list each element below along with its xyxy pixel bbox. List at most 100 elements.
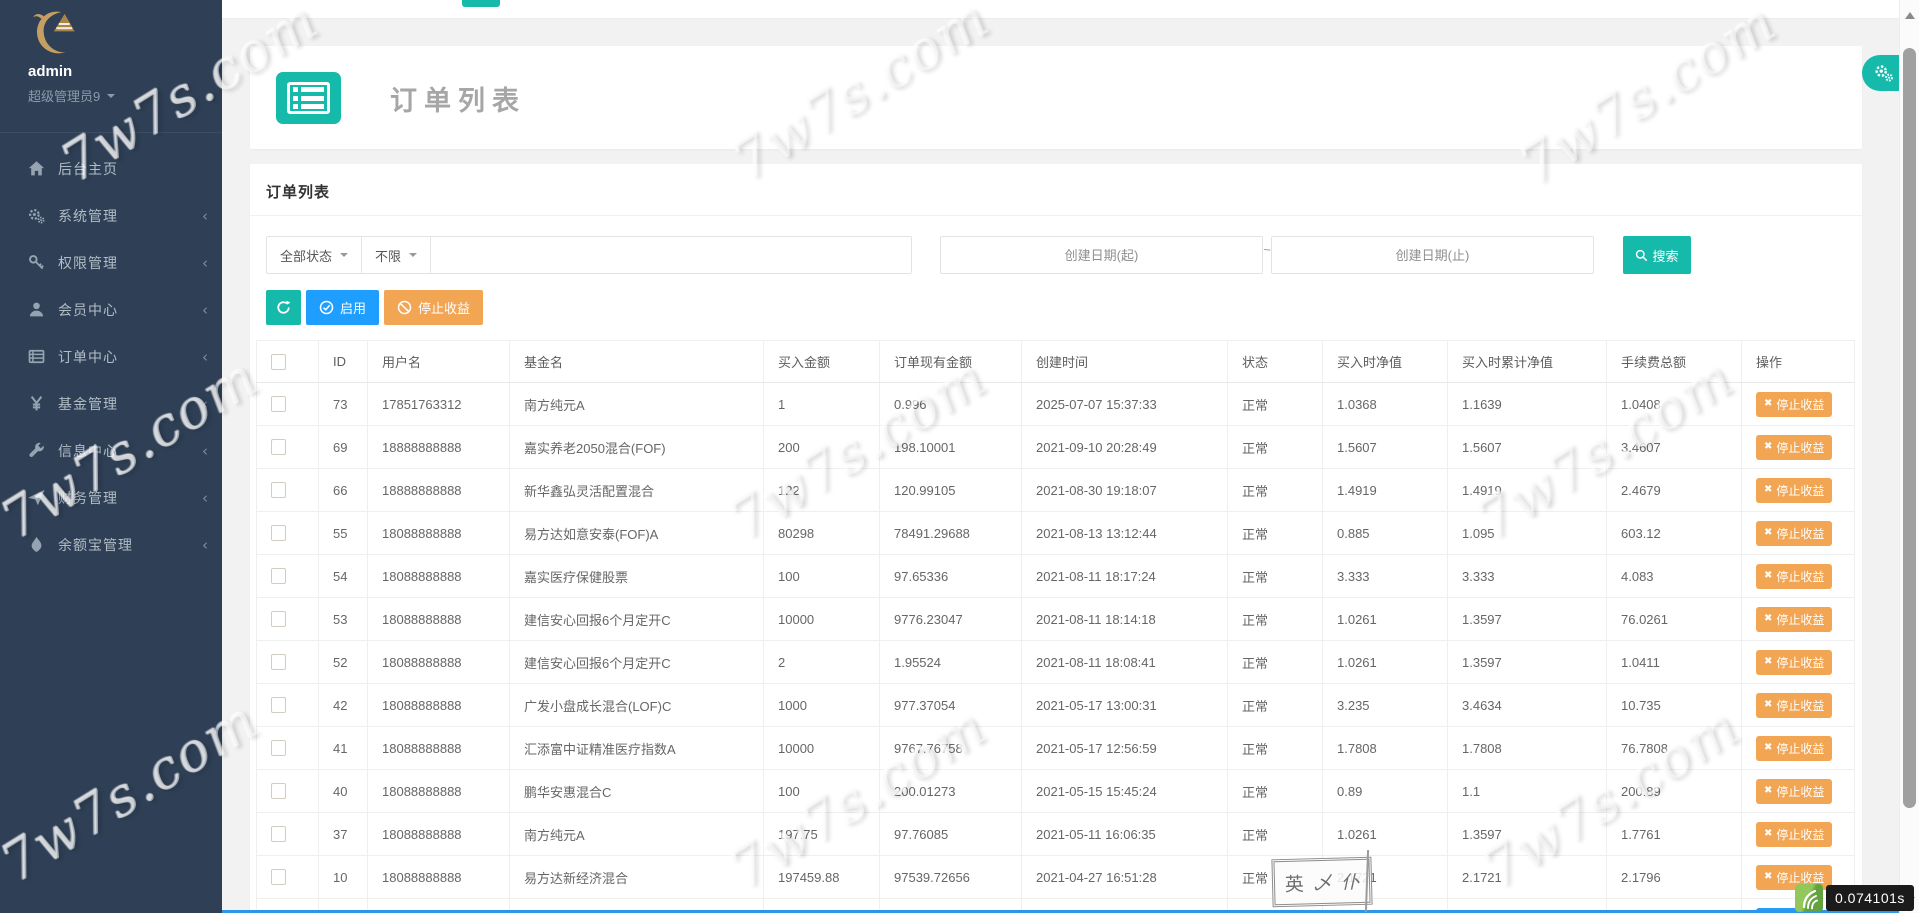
sidebar-item-7[interactable]: 财务管理‹	[0, 474, 222, 521]
table-cell: 3.4607	[1607, 426, 1742, 469]
sidebar-item-0[interactable]: 后台主页	[0, 145, 222, 192]
row-checkbox[interactable]	[271, 783, 286, 799]
row-actions-cell: ✖停止收益	[1742, 813, 1855, 856]
sidebar-role-dropdown[interactable]: 超级管理员9	[28, 86, 115, 105]
row-checkbox[interactable]	[271, 826, 286, 842]
scrollbar-thumb[interactable]	[1903, 48, 1916, 808]
table-cell: 97539.72656	[880, 856, 1022, 899]
row-checkbox[interactable]	[271, 525, 286, 541]
sidebar-item-label: 权限管理	[58, 253, 202, 273]
row-checkbox[interactable]	[271, 869, 286, 885]
scrollbar[interactable]	[1899, 0, 1919, 913]
stop-profit-row-button[interactable]: ✖停止收益	[1756, 607, 1832, 632]
row-checkbox[interactable]	[271, 654, 286, 670]
table-cell: 3.333	[1323, 555, 1448, 598]
table-row: 4018088888888鹏华安惠混合C100200.012732021-05-…	[257, 770, 1855, 813]
status-filter-dropdown[interactable]: 全部状态	[267, 237, 362, 273]
gears-icon	[1873, 62, 1895, 84]
table-cell: 南方纯元A	[510, 383, 764, 426]
sidebar-item-5[interactable]: 基金管理‹	[0, 380, 222, 427]
search-combo: 全部状态 不限	[266, 236, 912, 274]
table-cell: 0.89	[1323, 770, 1448, 813]
table-cell: 正常	[1228, 512, 1323, 555]
table-cell: 54	[319, 555, 368, 598]
sidebar-item-1[interactable]: 系统管理‹	[0, 192, 222, 239]
table-cell: 69	[319, 426, 368, 469]
stop-profit-row-button[interactable]: ✖停止收益	[1756, 693, 1832, 718]
ban-icon	[397, 300, 412, 315]
sidebar-item-6[interactable]: 信息中心‹	[0, 427, 222, 474]
stop-profit-row-button[interactable]: ✖停止收益	[1756, 392, 1832, 417]
table-cell: 9767.76758	[880, 727, 1022, 770]
scroll-up-arrow-icon[interactable]	[1905, 7, 1915, 19]
stop-profit-row-button[interactable]: ✖停止收益	[1756, 564, 1832, 589]
x-icon: ✖	[1764, 442, 1772, 452]
row-checkbox[interactable]	[271, 611, 286, 627]
table-cell: 97.65336	[880, 555, 1022, 598]
table-cell: 易方达新经济混合	[510, 856, 764, 899]
stop-profit-button[interactable]: 停止收益	[384, 290, 483, 325]
stop-profit-row-button[interactable]: ✖停止收益	[1756, 822, 1832, 847]
date-to-input[interactable]	[1271, 236, 1594, 274]
keyword-input[interactable]	[431, 237, 911, 273]
stop-profit-row-button[interactable]: ✖停止收益	[1756, 650, 1832, 675]
select-all-checkbox[interactable]	[271, 354, 286, 370]
row-checkbox[interactable]	[271, 396, 286, 412]
table-cell: 2021-08-13 13:12:44	[1022, 512, 1228, 555]
table-cell: 17851763312	[368, 383, 510, 426]
sidebar-item-3[interactable]: 会员中心‹	[0, 286, 222, 333]
table-cell: 198.10001	[880, 426, 1022, 469]
page-load-time-badge: 0.074101s	[1826, 885, 1914, 911]
stop-profit-row-button[interactable]: ✖停止收益	[1756, 779, 1832, 804]
table-cell: 200	[764, 426, 880, 469]
row-checkbox[interactable]	[271, 439, 286, 455]
row-actions-cell: ✖停止收益	[1742, 727, 1855, 770]
table-cell: 1.0261	[1323, 813, 1448, 856]
table-cell: 正常	[1228, 555, 1323, 598]
sidebar-item-2[interactable]: 权限管理‹	[0, 239, 222, 286]
table-cell: 2.1721	[1448, 856, 1607, 899]
row-checkbox[interactable]	[271, 697, 286, 713]
column-header: ID	[319, 341, 368, 383]
table-cell: 嘉实医疗保健股票	[510, 555, 764, 598]
row-checkbox-cell	[257, 813, 319, 856]
active-tab-indicator[interactable]	[462, 0, 500, 7]
row-checkbox[interactable]	[271, 482, 286, 498]
stop-profit-row-button[interactable]: ✖停止收益	[1756, 521, 1832, 546]
scope-filter-dropdown[interactable]: 不限	[362, 237, 431, 273]
sidebar-item-4[interactable]: 订单中心‹	[0, 333, 222, 380]
table-cell: 1.4919	[1448, 469, 1607, 512]
stop-profit-row-button[interactable]: ✖停止收益	[1756, 435, 1832, 460]
search-button[interactable]: 搜索	[1623, 236, 1691, 274]
table-row: 4218088888888广发小盘成长混合(LOF)C1000977.37054…	[257, 684, 1855, 727]
performance-monitor-icon[interactable]	[1795, 884, 1823, 912]
table-cell: 100	[764, 770, 880, 813]
row-checkbox-cell	[257, 641, 319, 684]
table-cell: 1.3597	[1448, 641, 1607, 684]
x-icon: ✖	[1764, 743, 1772, 753]
chevron-down-icon	[340, 253, 348, 261]
row-checkbox[interactable]	[271, 740, 286, 756]
column-header: 买入时累计净值	[1448, 341, 1607, 383]
row-checkbox[interactable]	[271, 568, 286, 584]
enable-button[interactable]: 启用	[306, 290, 379, 325]
row-actions-cell: ✖停止收益	[1742, 598, 1855, 641]
order-list-icon	[276, 72, 341, 124]
page-title: 订单列表	[390, 79, 526, 118]
table-row: 3718088888888南方纯元A197.7597.760852021-05-…	[257, 813, 1855, 856]
table-cell: 正常	[1228, 770, 1323, 813]
table-cell: 2021-05-15 15:45:24	[1022, 770, 1228, 813]
stop-profit-row-button[interactable]: ✖停止收益	[1756, 736, 1832, 761]
table-cell: 3.333	[1448, 555, 1607, 598]
table-cell: 3.235	[1323, 684, 1448, 727]
sidebar-item-8[interactable]: 余额宝管理‹	[0, 521, 222, 568]
key-icon	[28, 254, 45, 271]
refresh-button[interactable]	[266, 290, 301, 325]
table-cell: 1.7808	[1448, 727, 1607, 770]
date-from-input[interactable]	[940, 236, 1263, 274]
table-cell: 41	[319, 727, 368, 770]
table-cell: 197459.88	[764, 856, 880, 899]
table-cell: 76.7808	[1607, 727, 1742, 770]
stop-profit-row-button[interactable]: ✖停止收益	[1756, 478, 1832, 503]
table-cell: 1.95524	[880, 641, 1022, 684]
